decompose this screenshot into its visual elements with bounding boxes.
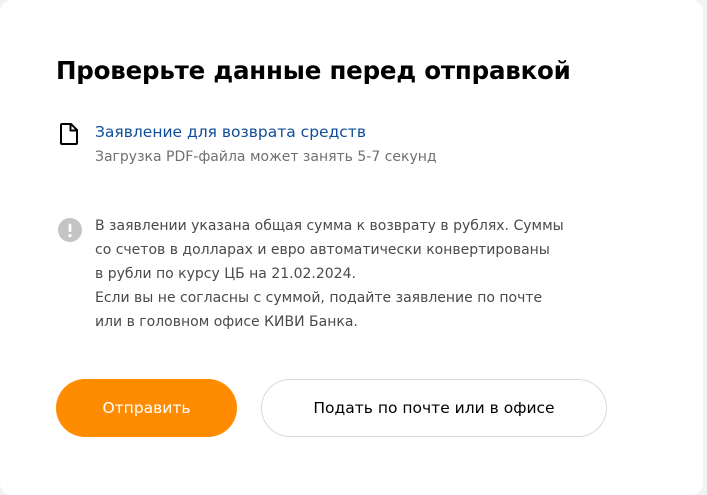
review-dialog: Проверьте данные перед отправкой Заявлен… (0, 0, 703, 495)
document-icon (60, 123, 78, 145)
download-hint: Загрузка PDF-файла может занять 5-7 секу… (95, 149, 437, 165)
submit-button[interactable]: Отправить (56, 379, 237, 437)
notice-line: В заявлении указана общая сумма к возвра… (95, 218, 564, 234)
dialog-title: Проверьте данные перед отправкой (56, 56, 571, 85)
notice-line: со счетов в долларах и евро автоматическ… (95, 242, 550, 258)
notice-text: В заявлении указана общая сумма к возвра… (95, 214, 625, 334)
notice-line: или в головном офисе КИВИ Банка. (95, 314, 358, 330)
notice-line: Если вы не согласны с суммой, подайте за… (95, 290, 543, 306)
submit-by-mail-or-office-button[interactable]: Подать по почте или в офисе (261, 379, 607, 437)
notice-line: в рубли по курсу ЦБ на 21.02.2024. (95, 266, 356, 282)
exclamation-circle-icon (58, 218, 82, 242)
refund-application-link[interactable]: Заявление для возврата средств (95, 120, 437, 145)
